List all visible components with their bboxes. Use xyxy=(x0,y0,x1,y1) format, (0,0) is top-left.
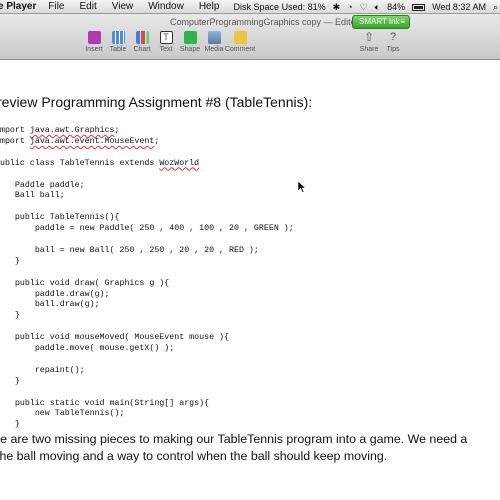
disk-space-status[interactable]: Disk Space Used: 81% xyxy=(234,2,326,12)
code-line: paddle.draw(g); xyxy=(0,289,110,299)
code-line: } xyxy=(14,311,20,321)
code-line: Paddle paddle; xyxy=(0,180,85,190)
document-title[interactable]: ComputerProgrammingGraphics copy — Edite xyxy=(170,17,356,27)
code-line: public static void main(String[] args){ xyxy=(0,398,210,408)
document-canvas[interactable]: review Programming Assignment #8 (TableT… xyxy=(0,61,500,500)
mouse-pointer-icon xyxy=(297,180,307,193)
clock-time[interactable]: Wed 8:32 AM xyxy=(432,2,486,12)
code-line: import java.awt.event.MouseEvent; xyxy=(0,136,160,146)
code-line: public void draw( Graphics g ){ xyxy=(0,278,170,288)
menu-help[interactable]: Help xyxy=(199,1,220,12)
code-line: repaint(); xyxy=(0,365,85,375)
smart-ink-button[interactable]: SMART Ink ≡ xyxy=(352,15,410,29)
text-icon: T xyxy=(159,31,173,44)
window-toolbar: ComputerProgrammingGraphics copy — Edite… xyxy=(0,14,500,60)
code-line: public void mouseMoved( MouseEvent mouse… xyxy=(0,333,230,343)
menu-file[interactable]: File xyxy=(48,1,64,12)
code-line: } xyxy=(14,420,20,430)
app-menu[interactable]: e Player xyxy=(0,1,36,12)
menu-window[interactable]: Window xyxy=(148,1,184,12)
code-line: paddle = new Paddle( 250 , 400 , 100 , 2… xyxy=(0,224,294,234)
paragraph-line: re are two missing pieces to making our … xyxy=(0,432,468,446)
bluetooth-icon[interactable]: ✱ xyxy=(333,2,341,13)
chart-icon xyxy=(135,31,149,44)
menu-bar: e Player File Edit View Window Help Disk… xyxy=(0,0,500,14)
code-line: ball = new Ball( 250 , 250 , 20 , 20 , R… xyxy=(0,245,259,255)
code-line: public class TableTennis extends WozWorl… xyxy=(0,158,200,168)
code-line: } xyxy=(14,256,20,266)
menu-view[interactable]: View xyxy=(112,1,134,12)
wifi-icon[interactable]: ♡ xyxy=(360,2,368,13)
code-line: public TableTennis(){ xyxy=(0,213,120,223)
battery-percent[interactable]: 84% xyxy=(387,2,405,12)
battery-icon[interactable] xyxy=(412,3,426,11)
status-area: Disk Space Used: 81% ✱ ◔ ♡ 🔈︎ 84% Wed 8:… xyxy=(234,0,498,14)
code-line: ball.draw(g); xyxy=(0,300,100,310)
paragraph-line: the ball moving and a way to control whe… xyxy=(0,449,388,463)
spellcheck-word: java.awt.Graphics xyxy=(29,126,115,135)
code-line: } xyxy=(14,376,20,386)
clock-icon[interactable]: ◔ xyxy=(347,2,352,12)
comment-icon xyxy=(233,31,247,44)
insert-icon xyxy=(87,31,101,44)
share-icon: ⇧ xyxy=(363,30,375,44)
spellcheck-word: WozWorld xyxy=(159,158,200,168)
code-line: Ball ball; xyxy=(0,191,65,201)
body-paragraph: re are two missing pieces to making our … xyxy=(0,431,500,465)
shape-icon xyxy=(183,31,197,44)
code-line: import java.awt.Graphics; xyxy=(0,126,120,135)
spotlight-icon[interactable]: ⌕ xyxy=(493,2,498,13)
table-icon xyxy=(111,31,125,44)
volume-icon[interactable]: 🔈︎ xyxy=(375,2,380,13)
menu-lines-icon: ≡ xyxy=(400,17,405,26)
media-icon xyxy=(207,31,221,44)
tips-icon: ? xyxy=(389,31,397,43)
smart-ink-label: SMART Ink xyxy=(359,17,400,26)
spellcheck-word: java.awt.event.MouseEvent xyxy=(29,136,155,146)
tips-button[interactable]: ? Tips xyxy=(378,31,408,53)
code-line: new TableTennis(); xyxy=(0,409,125,419)
code-line: paddle.move( mouse.getX() ); xyxy=(0,344,175,353)
page-heading: review Programming Assignment #8 (TableT… xyxy=(0,94,313,110)
comment-button[interactable]: Comment xyxy=(223,31,257,53)
menu-edit[interactable]: Edit xyxy=(80,1,97,12)
